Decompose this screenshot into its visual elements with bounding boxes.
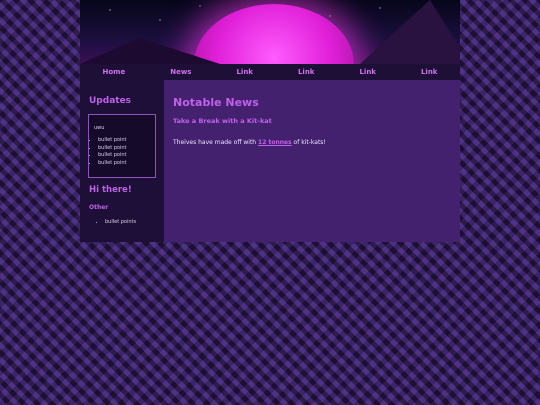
mountain-left xyxy=(80,38,220,64)
top-nav: Home News Link Link Link Link xyxy=(80,64,460,80)
other-title: Other xyxy=(89,204,109,211)
list-item: bullet point xyxy=(98,152,127,160)
nav-link-3[interactable]: Link xyxy=(359,68,376,76)
article-text: Theives have made off with 12 tonnes of … xyxy=(173,139,326,146)
updates-box: uwu bullet point bullet point bullet poi… xyxy=(88,114,156,178)
nav-news[interactable]: News xyxy=(170,68,191,76)
article-text-before: Theives have made off with xyxy=(173,139,259,146)
article-link[interactable]: 12 tonnes xyxy=(258,139,292,146)
nav-link-2[interactable]: Link xyxy=(298,68,315,76)
sidebar: Updates uwu bullet point bullet point bu… xyxy=(80,80,164,242)
nav-link-1[interactable]: Link xyxy=(236,68,253,76)
list-item: bullet point xyxy=(98,137,127,145)
article-subtitle: Take a Break with a Kit-kat xyxy=(173,117,272,125)
list-item: bullet points xyxy=(105,219,136,225)
main-content: Notable News Take a Break with a Kit-kat… xyxy=(164,80,460,242)
header-banner xyxy=(80,0,460,64)
updates-box-text: uwu xyxy=(94,125,105,131)
updates-title: Updates xyxy=(89,96,132,106)
page-title: Notable News xyxy=(173,96,259,109)
other-bullet-list: bullet points xyxy=(80,219,136,225)
article-text-after: of kit-kats! xyxy=(291,139,326,146)
nav-home[interactable]: Home xyxy=(103,68,126,76)
mountain-right xyxy=(360,0,460,64)
list-item: bullet point xyxy=(98,160,127,168)
page-wrapper: Home News Link Link Link Link Updates uw… xyxy=(80,0,460,242)
list-item: bullet point xyxy=(98,145,127,153)
hi-there-title: Hi there! xyxy=(89,185,132,195)
updates-bullet-list: bullet point bullet point bullet point b… xyxy=(89,137,127,167)
nav-link-4[interactable]: Link xyxy=(421,68,438,76)
